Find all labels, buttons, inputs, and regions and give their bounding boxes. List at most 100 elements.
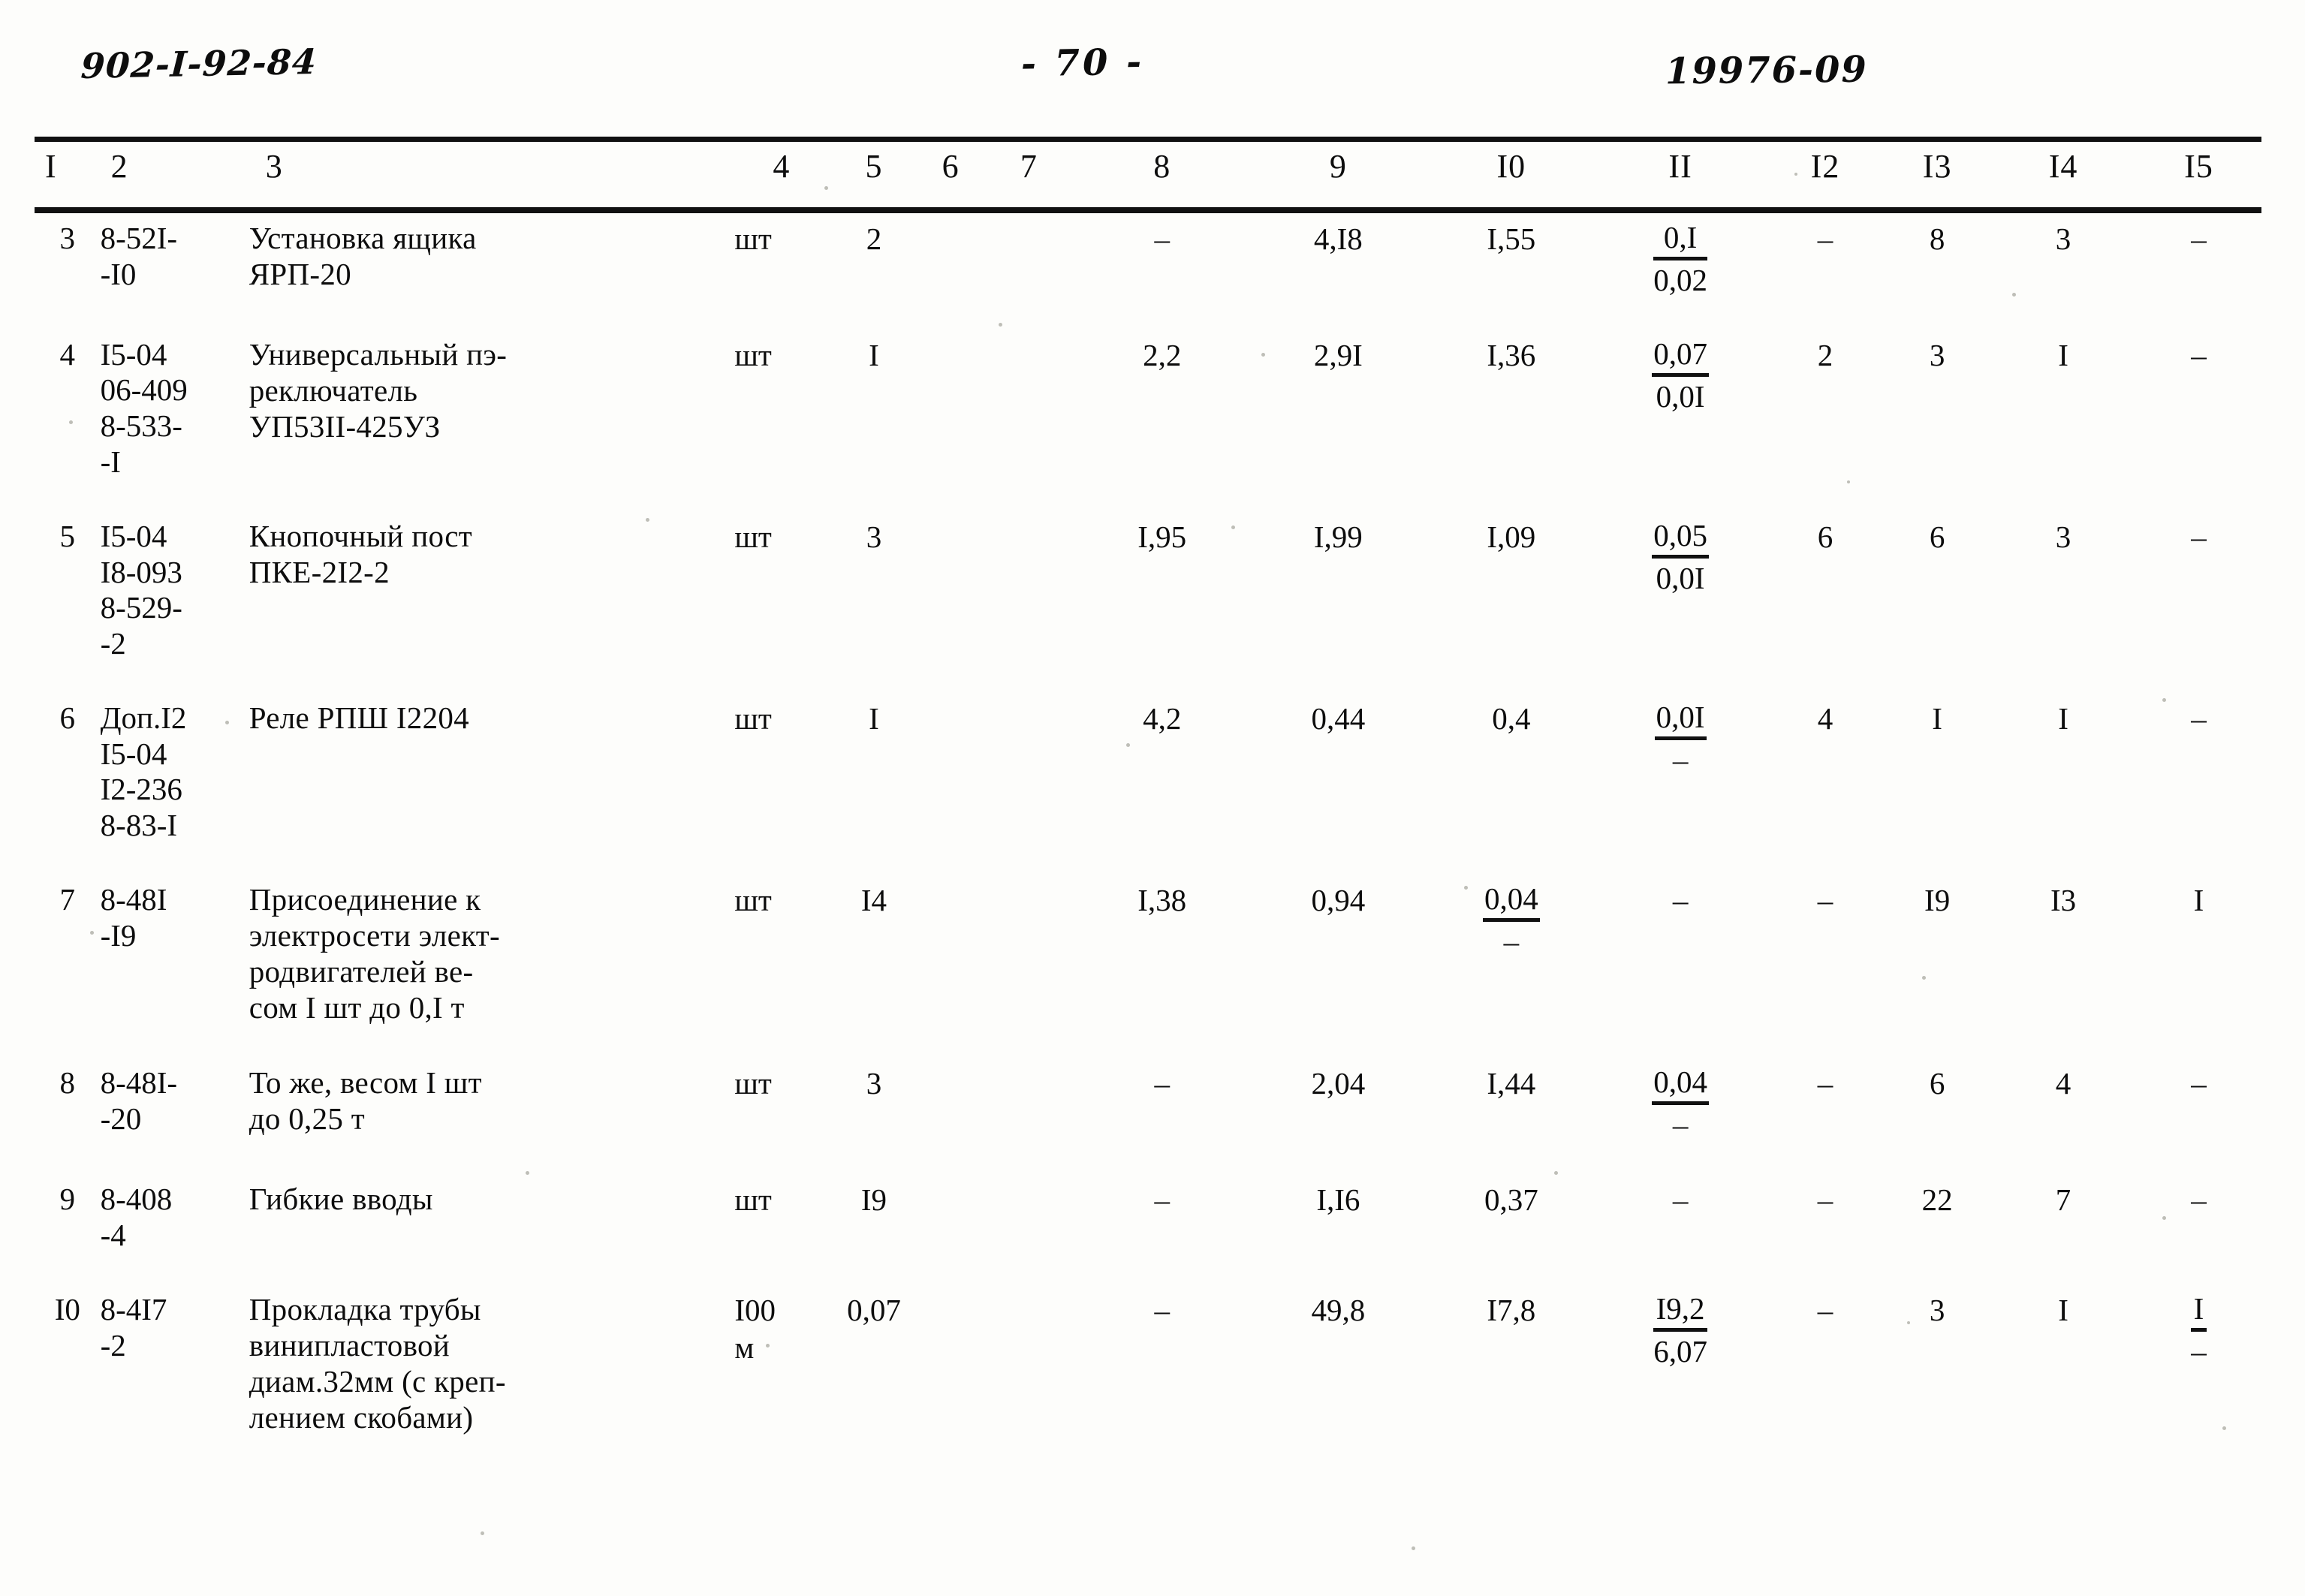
- row-col7: [982, 863, 1076, 1046]
- row-col9: 4,I8: [1313, 221, 1363, 256]
- fraction: 0,04 –: [1482, 882, 1540, 959]
- scan-speck: [1794, 173, 1797, 176]
- table-row: 5 I5-04 I8-093 8-529- -2 Кнопочный пост …: [35, 499, 2261, 681]
- table-row: 9 8-408 -4 Гибкие вводы шт I9 – I,I6 0,3…: [35, 1162, 2261, 1272]
- row-col13: I9: [1924, 883, 1951, 918]
- fraction-denominator: 6,07: [1653, 1334, 1707, 1369]
- row-col12: 4: [1817, 701, 1833, 736]
- scan-speck: [766, 1344, 770, 1348]
- row-position: 4: [59, 336, 76, 372]
- row-col14: I: [2058, 701, 2068, 736]
- scan-speck: [1231, 525, 1235, 529]
- scan-speck: [646, 518, 649, 522]
- scan-speck: [2222, 1426, 2226, 1430]
- fraction-numerator: I: [2191, 1291, 2207, 1333]
- row-quantity: I: [869, 337, 879, 372]
- scan-speck: [69, 420, 73, 424]
- row-col6: [919, 201, 981, 318]
- row-unit: шт: [734, 519, 772, 555]
- fraction-numerator: 0,05: [1652, 518, 1709, 559]
- row-col12: –: [1817, 1066, 1833, 1101]
- row-description: Кнопочный пост ПКЕ-2I2-2: [249, 519, 472, 590]
- row-col9: 2,9I: [1313, 337, 1363, 372]
- scan-speck: [1464, 886, 1468, 890]
- row-col6: [919, 318, 981, 499]
- row-col10: 0,37: [1484, 1182, 1538, 1218]
- fraction: 0,I 0,02: [1653, 220, 1707, 298]
- row-col13: 3: [1929, 337, 1945, 372]
- fraction-numerator: 0,I: [1653, 220, 1707, 260]
- page-number: - 70 -: [1020, 41, 1145, 86]
- document-code: 902-I-92-84: [80, 41, 318, 87]
- row-col14: 3: [2055, 221, 2071, 256]
- row-quantity: 2: [866, 221, 882, 256]
- fraction: 0,05 0,0I: [1652, 518, 1709, 596]
- row-unit: I00 м: [734, 1293, 776, 1365]
- row-col6: [919, 499, 981, 681]
- row-quantity: I: [869, 701, 879, 736]
- row-position: 9: [59, 1182, 76, 1217]
- row-quantity: 3: [866, 1066, 882, 1101]
- row-col11: –: [1672, 883, 1689, 918]
- row-quantity: 3: [866, 519, 882, 555]
- scan-speck: [481, 1531, 484, 1535]
- row-col13: 6: [1929, 519, 1945, 555]
- row-norm-code: 8-48I -I9: [100, 882, 167, 953]
- fraction-denominator: –: [1672, 742, 1689, 778]
- fraction-denominator: 0,0I: [1656, 561, 1705, 595]
- row-quantity: 0,07: [847, 1293, 901, 1328]
- row-unit: шт: [734, 883, 772, 918]
- fraction-denominator: –: [2191, 1334, 2207, 1369]
- row-col15: –: [2191, 1182, 2207, 1218]
- row-col11: 0,I 0,02: [1594, 201, 1766, 318]
- row-col15: I –: [2136, 1272, 2261, 1456]
- scan-speck: [90, 931, 94, 935]
- row-norm-code: 8-4I7 -2: [100, 1292, 167, 1363]
- row-col7: [982, 1162, 1076, 1272]
- row-col6: [919, 1162, 981, 1272]
- colnum-11: II: [1668, 148, 1692, 185]
- row-col8: –: [1154, 1182, 1170, 1218]
- row-position: 3: [59, 221, 76, 255]
- row-col14: I3: [2050, 883, 2077, 918]
- row-description: Универсальный пэ- реключатель УП53II-425…: [249, 336, 508, 444]
- colnum-12: I2: [1810, 148, 1840, 185]
- fraction-numerator: 0,04: [1652, 1065, 1709, 1106]
- scan-speck: [1412, 1546, 1415, 1550]
- scan-speck: [1554, 1171, 1558, 1175]
- row-col6: [919, 681, 981, 863]
- row-col9: I,I6: [1316, 1182, 1360, 1218]
- row-col8: 4,2: [1143, 701, 1182, 736]
- scan-speck: [1126, 743, 1130, 747]
- row-description: Прокладка трубы винипластовой диам.32мм …: [249, 1292, 506, 1435]
- colnum-8: 8: [1153, 148, 1171, 185]
- colnum-4: 4: [773, 148, 791, 185]
- row-col15: –: [2191, 221, 2207, 256]
- row-col10: I,36: [1487, 337, 1536, 372]
- row-col14: 3: [2055, 519, 2071, 555]
- row-col11: 0,05 0,0I: [1594, 499, 1766, 681]
- row-description: Установка ящика ЯРП-20: [249, 221, 477, 291]
- row-position: 7: [59, 882, 76, 917]
- row-description: Присоединение к электросети элект- родви…: [249, 882, 500, 1025]
- row-col14: 4: [2055, 1066, 2071, 1101]
- row-col14: I: [2058, 337, 2068, 372]
- row-norm-code: I5-04 I8-093 8-529- -2: [100, 519, 182, 661]
- row-col15: –: [2191, 701, 2207, 736]
- colnum-14: I4: [2048, 148, 2078, 185]
- row-position: 8: [59, 1065, 76, 1101]
- colnum-9: 9: [1329, 148, 1347, 185]
- row-col15: –: [2191, 337, 2207, 372]
- colnum-13: I3: [1922, 148, 1952, 185]
- row-position: I0: [54, 1292, 80, 1327]
- row-col14: 7: [2055, 1182, 2071, 1218]
- colnum-6: 6: [942, 148, 960, 185]
- row-col10: I,55: [1487, 221, 1536, 256]
- fraction-denominator: –: [1503, 924, 1520, 959]
- table-row: 7 8-48I -I9 Присоединение к электросети …: [35, 863, 2261, 1046]
- row-col10: I7,8: [1487, 1293, 1536, 1328]
- scan-speck: [999, 323, 1002, 327]
- scan-speck: [2012, 293, 2016, 297]
- colnum-2: 2: [110, 148, 128, 185]
- row-description: То же, весом I шт до 0,25 т: [249, 1065, 482, 1137]
